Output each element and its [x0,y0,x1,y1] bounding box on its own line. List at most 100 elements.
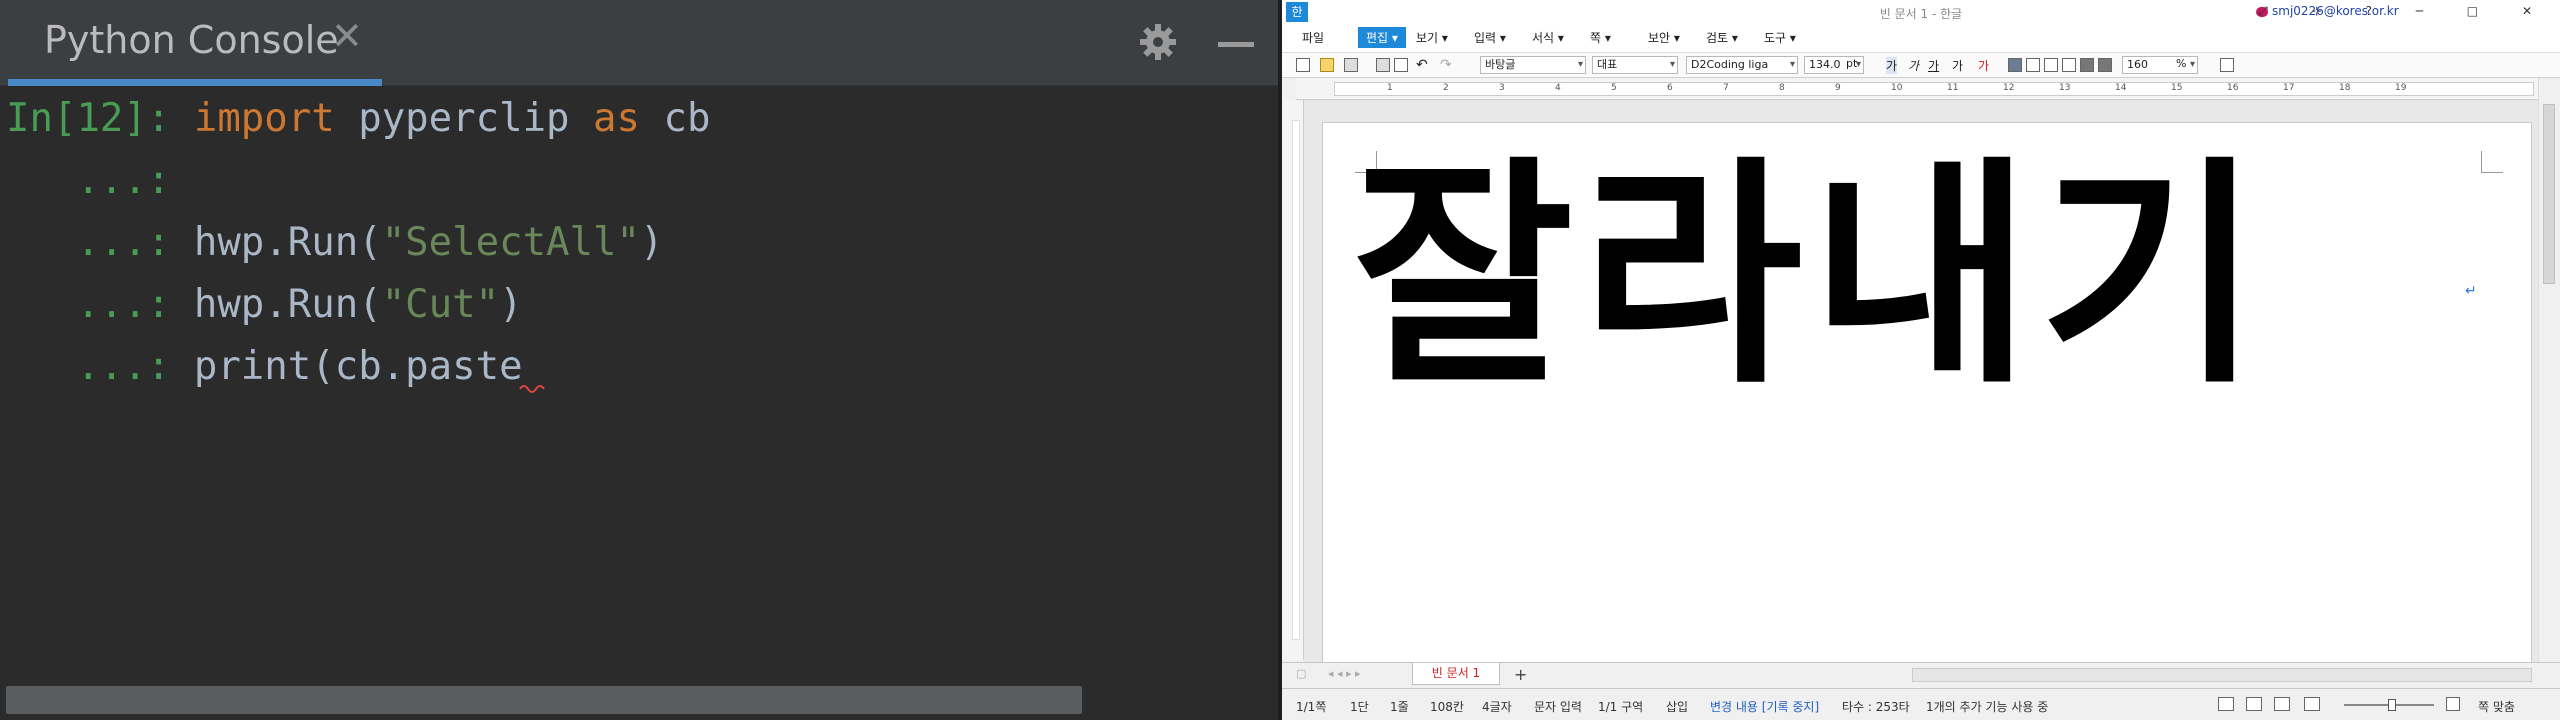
menu-item-6[interactable]: 보안 ▾ [1648,29,1680,46]
ruler-number: 17 [2283,83,2295,93]
add-tab-button[interactable]: + [1514,665,1527,684]
open-folder-icon[interactable] [1320,58,1334,72]
zoom-slider-knob[interactable] [2388,699,2396,711]
status-zone[interactable]: 1/1 구역 [1598,698,1643,715]
menu-item-7[interactable]: 검토 ▾ [1706,29,1738,46]
spacing-unit[interactable]: % [2176,57,2186,70]
doc-tab-1[interactable]: 빈 문서 1 [1412,663,1500,685]
menu-item-8[interactable]: 도구 ▾ [1764,29,1796,46]
horizontal-ruler[interactable]: 1 2 3 4 5 6 7 8 9 10 11 12 13 14 15 16 17 18 19 [1296,78,2540,100]
underline-button[interactable]: 가 [1928,57,1939,74]
close-icon[interactable]: ✕ [331,14,363,58]
menu-item-0[interactable]: 파일 [1302,29,1324,46]
align-justify-icon[interactable] [2008,58,2022,72]
tab-nav-first-icon[interactable]: ▢ [1296,667,1306,680]
preview-icon[interactable] [1394,58,1408,72]
view-page-icon[interactable] [2246,697,2262,711]
menu-item-2[interactable]: 보기 ▾ [1416,29,1448,46]
redo-icon[interactable]: ↷ [1440,57,1452,73]
horizontal-scrollbar[interactable] [6,686,1082,714]
align-right-icon[interactable] [2062,58,2076,72]
document-horizontal-scrollbar[interactable] [1912,668,2532,682]
strike-button[interactable]: 가 [1952,57,1963,74]
console-prompt: In[12]: [6,96,194,141]
gear-icon[interactable] [1138,22,1178,62]
console-prompt: ...: [6,158,194,203]
minimize-icon[interactable] [1218,42,1254,47]
ruler-number: 15 [2171,83,2183,93]
menu-item-1[interactable]: 편집 ▾ [1358,27,1406,48]
status-track-changes[interactable]: 변경 내용 [기록 중지] [1710,698,1819,715]
style-select[interactable]: 바탕글 [1480,56,1586,74]
ruler-number: 7 [1723,83,1729,93]
vertical-ruler-track [1292,120,1300,640]
document-page[interactable]: 잘라내기 ↵ [1322,122,2532,667]
font-unit[interactable]: pt [1846,57,1857,70]
language-select[interactable]: 대표 [1592,56,1678,74]
menu-bar: 파일 편집 ▾ 보기 ▾ 입력 ▾ 서식 ▾ 쪽 ▾ 보안 ▾ 검토 ▾ 도구 ▾ [1282,24,2560,52]
code-keyword: import [193,96,335,141]
document-text[interactable]: 잘라내기 [1353,141,2268,411]
vertical-scrollbar[interactable] [2538,78,2560,662]
code-text: pyperclip [334,96,594,141]
view-outline-icon[interactable] [2304,697,2320,711]
status-addons[interactable]: 1개의 추가 기능 사용 중 [1926,698,2048,715]
undo-icon[interactable]: ↶ [1416,57,1428,73]
console-tab-bar: Python Console ✕ [0,0,1278,86]
console-line: ...: print(cb.paste [6,336,1268,398]
scrollbar-thumb[interactable] [2543,104,2555,284]
bold-button[interactable]: 가 [1886,57,1898,74]
menu-item-3[interactable]: 입력 ▾ [1474,29,1506,46]
layout-icon[interactable] [2220,58,2234,72]
distribute-icon[interactable] [2080,58,2094,72]
code-text: ) [499,282,523,327]
status-page[interactable]: 1/1쪽 [1296,698,1326,715]
active-tab-indicator [8,79,382,86]
console-input-area[interactable]: In[12]: import pyperclip as cb ...: ...:… [6,88,1268,688]
status-column[interactable]: 1단 [1350,698,1369,715]
font-color-button[interactable]: 가 [1978,57,1989,74]
ruler-number: 13 [2059,83,2071,93]
print-icon[interactable] [1376,58,1390,72]
new-document-icon[interactable] [1296,58,1310,72]
status-insert[interactable]: 삽입 [1666,698,1688,715]
ruler-number: 4 [1555,83,1561,93]
status-line[interactable]: 1줄 [1390,698,1409,715]
ruler-number: 6 [1667,83,1673,93]
vertical-ruler[interactable] [1282,100,1304,660]
ruler-number: 5 [1611,83,1617,93]
code-string: "SelectAll" [381,220,640,265]
ruler-number: 3 [1499,83,1505,93]
screen: Python Console ✕ In[12]: import pypercli… [0,0,2560,720]
code-text: hwp.Run( [193,282,382,327]
save-icon[interactable] [1344,58,1358,72]
ruler-number: 16 [2227,83,2239,93]
status-cell[interactable]: 108칸 [1430,698,1464,715]
line-spacing-input[interactable]: 160 [2122,56,2198,74]
toolbar: ↶ ↷ 바탕글 대표 D2Coding liga 134.0 pt 가 가 가 … [1282,52,2560,78]
error-squiggle [519,385,545,393]
title-bar: 한 빈 문서 1 - 한글 smj0226@kores.or.kr ⤢ ⊹ ? … [1282,0,2560,24]
italic-button[interactable]: 가 [1908,57,1919,74]
menu-item-5[interactable]: 쪽 ▾ [1590,29,1611,46]
status-chars[interactable]: 4글자 [1482,698,1512,715]
tab-python-console[interactable]: Python Console ✕ [8,0,382,86]
status-input-mode[interactable]: 문자 입력 [1534,698,1582,715]
split-icon[interactable] [2098,58,2112,72]
python-console-panel: Python Console ✕ In[12]: import pypercli… [0,0,1278,720]
window-controls[interactable]: ⤢ ⊹ ? ─ □ ✕ [2258,4,2552,19]
view-normal-icon[interactable] [2218,697,2234,711]
code-string: "Cut" [381,282,500,327]
ruler-number: 19 [2395,83,2407,93]
align-center-icon[interactable] [2044,58,2058,72]
code-text: hwp.Run( [193,220,382,265]
view-full-icon[interactable] [2274,697,2290,711]
zoom-fit-page[interactable]: 쪽 맞춤 [2478,698,2515,715]
menu-item-4[interactable]: 서식 ▾ [1532,29,1564,46]
font-select[interactable]: D2Coding liga [1686,56,1798,74]
ruler-number: 9 [1835,83,1841,93]
code-keyword: as [593,96,640,141]
align-left-icon[interactable] [2026,58,2040,72]
zoom-in-icon[interactable] [2446,697,2460,711]
tab-nav-prev-icon[interactable]: ◂ ◂ ▸ ▸ [1328,667,1361,680]
